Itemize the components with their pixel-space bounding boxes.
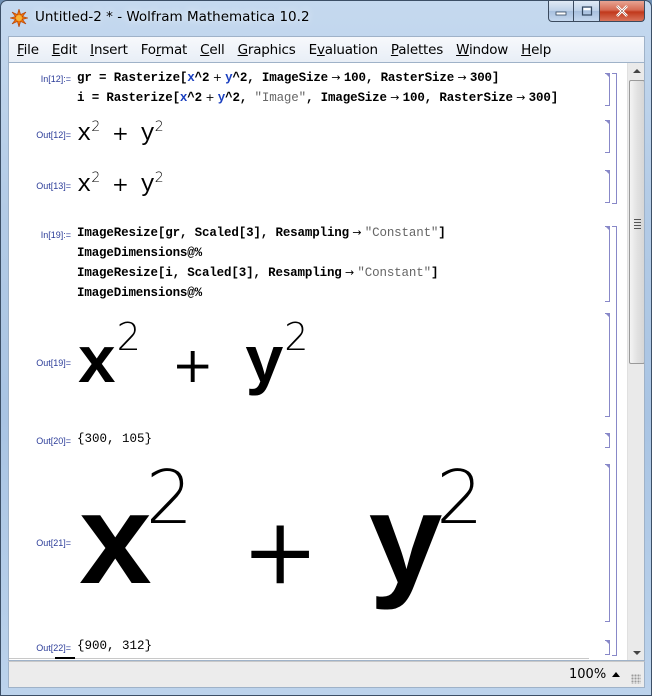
exponent: 2 [284, 315, 309, 359]
var-x: x [77, 327, 117, 402]
input-line-2[interactable]: i = Rasterize[x^2 + y^2, "Image", ImageS… [77, 91, 558, 105]
output-dimensions-out20[interactable]: {300, 105} [77, 432, 152, 446]
input-line-5[interactable]: ImageResize[i, Scaled[3], Resampling → "… [77, 266, 438, 280]
exponent: 2 [145, 455, 193, 541]
plus-sign: + [241, 498, 319, 605]
output-dimensions-out22[interactable]: {900, 312} [77, 639, 152, 653]
output-image-out21[interactable]: x2 + y2 [77, 461, 483, 614]
menu-evaluation[interactable]: Evaluation [309, 42, 378, 58]
input-line-3[interactable]: ImageResize[gr, Scaled[3], Resampling → … [77, 226, 446, 240]
menu-graphics[interactable]: Graphics [238, 42, 296, 58]
mathematica-window: Untitled-2 * - Wolfram Mathematica 10.2 … [0, 0, 652, 696]
close-button[interactable] [600, 1, 645, 22]
cell-insertion-cursor [55, 657, 75, 659]
var-x: x [77, 172, 92, 199]
input-line-1[interactable]: gr = Rasterize[x^2 + y^2, ImageSize → 10… [77, 71, 499, 85]
cell-label-in19: In[19]:= [40, 230, 71, 240]
grip-line [634, 219, 641, 220]
vertical-scrollbar[interactable] [627, 63, 644, 660]
menu-palettes[interactable]: Palettes [391, 42, 443, 58]
cell-bracket-marker [605, 120, 610, 125]
cell-label-out22: Out[22]= [36, 643, 71, 653]
close-icon [616, 5, 628, 17]
var-y: y [244, 327, 285, 402]
resize-grip-icon[interactable] [631, 674, 641, 684]
exponent: 2 [154, 170, 164, 186]
cell-insertion-line[interactable] [9, 658, 589, 659]
cell-bracket-out19[interactable] [605, 313, 610, 417]
cell-label-in12: In[12]:= [40, 74, 71, 84]
zoom-menu-arrow-icon[interactable] [612, 672, 621, 677]
cell-bracket-marker [605, 433, 610, 438]
input-line-6[interactable]: ImageDimensions@% [77, 286, 202, 300]
output-expression-out13[interactable]: x2 + y2 [77, 169, 164, 199]
var-x: x [77, 477, 154, 622]
var-y: y [140, 121, 155, 148]
menu-help[interactable]: Help [521, 42, 551, 58]
notebook-area[interactable]: In[12]:= gr = Rasterize[x^2 + y^2, Image… [8, 62, 645, 661]
output-expression-out12[interactable]: x2 + y2 [77, 118, 164, 148]
window-title: Untitled-2 * - Wolfram Mathematica 10.2 [35, 9, 310, 25]
var-y: y [367, 477, 444, 622]
plus-sign: + [111, 121, 129, 145]
cell-bracket-marker [605, 226, 610, 231]
zoom-control[interactable]: 100% [569, 667, 621, 682]
maximize-icon [581, 6, 592, 16]
cell-bracket-marker [605, 464, 610, 469]
cell-bracket-marker [605, 313, 610, 318]
cell-label-out19: Out[19]= [36, 358, 71, 368]
maximize-button[interactable] [574, 1, 600, 22]
minimize-icon [555, 11, 567, 16]
grip-line [634, 222, 641, 223]
exponent: 2 [116, 315, 141, 359]
scroll-thumb[interactable] [629, 80, 644, 364]
var-x: x [77, 121, 92, 148]
cell-label-out21: Out[21]= [36, 538, 71, 548]
menu-format[interactable]: Format [141, 42, 188, 58]
var-y: y [140, 172, 155, 199]
menu-window[interactable]: Window [456, 42, 508, 58]
zoom-level: 100% [569, 667, 607, 682]
grip-line [634, 225, 641, 226]
cell-label-out13: Out[13]= [36, 181, 71, 191]
cell-bracket-out21[interactable] [605, 464, 610, 622]
cell-label-out20: Out[20]= [36, 436, 71, 446]
cell-label-out12: Out[12]= [36, 130, 71, 140]
cell-bracket-marker [605, 640, 610, 645]
menu-bar: File Edit Insert Format Cell Graphics Evaluati… [8, 36, 645, 62]
cell-bracket-marker [605, 170, 610, 175]
grip-line [634, 228, 641, 229]
menu-insert[interactable]: Insert [90, 42, 128, 58]
cell-bracket-in19[interactable] [605, 226, 610, 302]
plus-sign: + [171, 336, 214, 394]
exponent: 2 [154, 119, 164, 135]
plus-sign: + [111, 172, 129, 196]
menu-edit[interactable]: Edit [52, 42, 78, 58]
scroll-down-arrow-icon[interactable] [633, 651, 641, 655]
cell-bracket-marker [605, 73, 610, 78]
window-controls [548, 1, 645, 22]
group-bracket-1[interactable] [612, 73, 617, 204]
exponent: 2 [91, 170, 101, 186]
menu-file[interactable]: File [17, 42, 39, 58]
output-image-out19[interactable]: x2 + y2 [77, 318, 308, 398]
input-line-4[interactable]: ImageDimensions@% [77, 246, 202, 260]
status-bar: 100% [8, 661, 645, 688]
group-bracket-2[interactable] [612, 226, 617, 656]
scroll-up-arrow-icon[interactable] [633, 69, 641, 73]
mathematica-spikey-icon [10, 9, 28, 27]
menu-cell[interactable]: Cell [200, 42, 225, 58]
title-bar[interactable]: Untitled-2 * - Wolfram Mathematica 10.2 [1, 1, 651, 35]
exponent: 2 [436, 455, 484, 541]
exponent: 2 [91, 119, 101, 135]
minimize-button[interactable] [548, 1, 574, 22]
